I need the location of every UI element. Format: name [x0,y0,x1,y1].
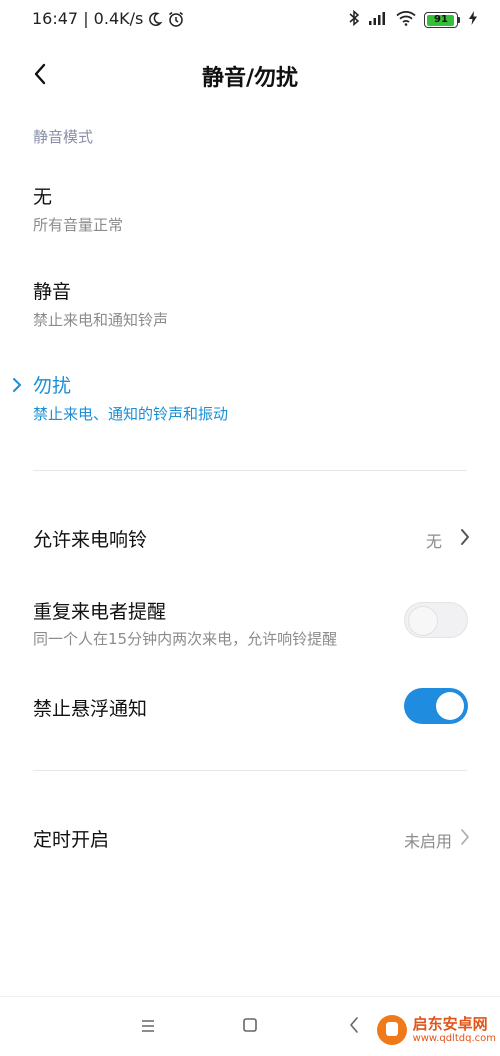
setting-title: 禁止悬浮通知 [33,698,148,720]
section-label: 静音模式 [33,128,94,146]
page-title: 静音/勿扰 [201,66,299,91]
watermark-url: www.qdltdq.com [412,1032,496,1044]
status-right: 91 [348,9,478,31]
charging-icon [468,10,478,30]
mode-title: 静音 [33,281,72,303]
setting-title: 重复来电者提醒 [33,601,167,623]
allow-calls-row[interactable]: 允许来电响铃 无 [0,512,500,564]
alarm-icon [167,10,185,28]
setting-title: 定时开启 [33,829,110,851]
divider [33,470,467,471]
back-icon [348,1016,360,1038]
status-bar: 16:47 | 0.4K/s 91 [0,0,500,40]
home-icon [242,1017,258,1037]
menu-button[interactable] [136,1015,160,1039]
battery-icon: 91 [424,12,458,28]
mode-description: 所有音量正常 [33,216,124,234]
setting-title: 允许来电响铃 [33,529,148,551]
mode-title: 无 [33,186,53,208]
watermark-logo-icon [376,1015,407,1045]
setting-value: 无 [425,532,442,551]
mode-title: 勿扰 [33,375,72,397]
toggle-knob [436,692,464,720]
chevron-right-icon [460,528,470,550]
repeat-callers-row: 重复来电者提醒 同一个人在15分钟内两次来电，允许响铃提醒 [0,594,500,656]
moon-icon [147,11,163,27]
block-floating-row: 禁止悬浮通知 [0,682,500,734]
nav-back-button[interactable] [342,1015,366,1039]
signal-icon [368,10,388,30]
battery-level: 91 [434,14,448,25]
setting-description: 同一个人在15分钟内两次来电，允许响铃提醒 [33,630,338,648]
mode-option-silent[interactable]: 静音 禁止来电和通知铃声 [0,277,500,357]
scheduled-row[interactable]: 定时开启 未启用 [0,812,500,864]
mode-description: 禁止来电、通知的铃声和振动 [33,405,229,423]
chevron-right-icon [460,828,470,850]
mode-description: 禁止来电和通知铃声 [33,311,169,329]
mode-option-dnd[interactable]: 勿扰 禁止来电、通知的铃声和振动 [0,371,500,451]
watermark: 启东安卓网 www.qdltdq.com [376,1015,496,1045]
header: 静音/勿扰 [0,50,500,102]
watermark-name: 启东安卓网 [412,1015,488,1034]
setting-value: 未启用 [403,832,452,851]
nav-bar: 启东安卓网 www.qdltdq.com [0,996,500,1056]
status-left: 16:47 | 0.4K/s [32,9,185,28]
block-floating-toggle[interactable] [404,688,468,724]
menu-icon [140,1018,156,1037]
wifi-icon [396,10,416,30]
toggle-knob [409,607,437,635]
status-time-speed: 16:47 | 0.4K/s [32,9,144,28]
bluetooth-icon [348,9,360,31]
selected-chevron-icon [12,377,22,397]
home-button[interactable] [238,1015,262,1039]
mode-option-none[interactable]: 无 所有音量正常 [0,182,500,262]
repeat-callers-toggle[interactable] [404,602,468,638]
divider [33,770,467,771]
